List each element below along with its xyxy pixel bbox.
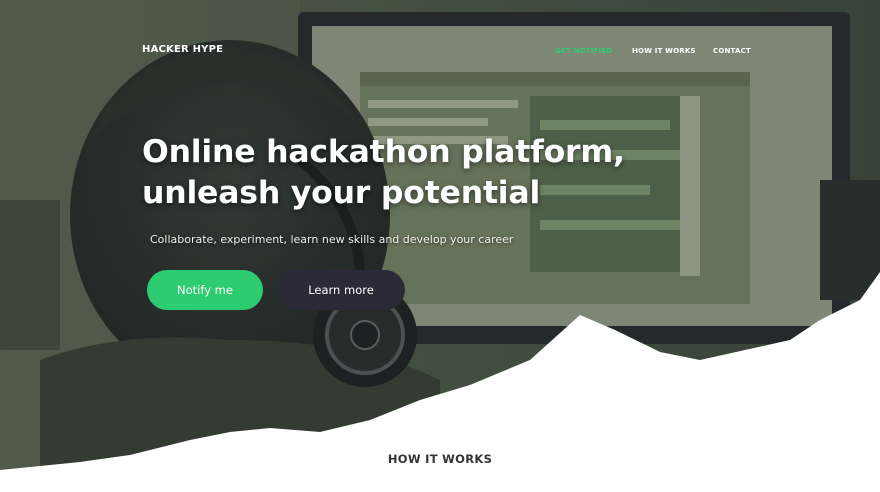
nav-link-how-it-works[interactable]: HOW IT WORKS xyxy=(632,47,696,55)
nav-link-get-notified[interactable]: GET NOTIFIED xyxy=(555,47,612,55)
brand-logo[interactable]: HACKER HYPE xyxy=(142,44,223,55)
learn-more-button[interactable]: Learn more xyxy=(277,270,405,310)
notify-me-button[interactable]: Notify me xyxy=(147,270,263,310)
headline-line-2: unleash your potential xyxy=(142,175,541,211)
hero-section: HACKER HYPE GET NOTIFIED HOW IT WORKS CO… xyxy=(0,0,880,492)
headline-line-1: Online hackathon platform, xyxy=(142,134,625,170)
hero-headline: Online hackathon platform, unleash your … xyxy=(142,132,662,214)
hero-background-image xyxy=(0,0,880,492)
hero-subtitle: Collaborate, experiment, learn new skill… xyxy=(150,233,514,246)
how-it-works-heading: HOW IT WORKS xyxy=(387,452,493,466)
nav-link-contact[interactable]: CONTACT xyxy=(713,47,751,55)
